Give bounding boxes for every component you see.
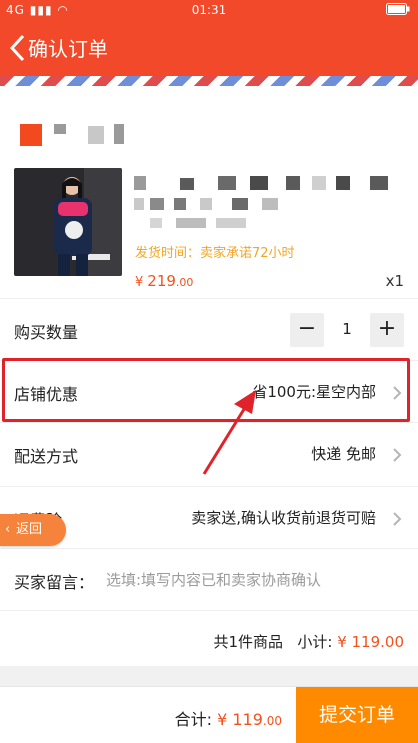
shop-logo-icon: [20, 124, 42, 146]
delivery-method-value: 快递 免邮: [311, 445, 376, 463]
chevron-right-icon: [393, 512, 402, 526]
product-title-redacted: [232, 198, 248, 210]
product-title-redacted: [250, 176, 268, 190]
status-time: 01:31: [191, 3, 227, 17]
product-title-redacted: [150, 218, 162, 228]
quantity-stepper: − 1 +: [290, 313, 404, 347]
purchase-quantity-label: 购买数量: [14, 323, 79, 342]
product-title-redacted: [336, 176, 350, 190]
product-title-redacted: [134, 176, 146, 190]
submit-order-button[interactable]: 提交订单: [296, 687, 418, 743]
product-title-redacted: [262, 198, 278, 210]
product-title-redacted: [150, 198, 164, 210]
product-title-redacted: [174, 198, 186, 210]
battery-icon: [386, 3, 410, 18]
product-title-redacted: [176, 218, 206, 228]
buyer-message-input[interactable]: 选填:填写内容已和卖家协商确认: [106, 569, 321, 590]
page-title: 确认订单: [28, 37, 108, 61]
back-arrow-icon[interactable]: [6, 30, 30, 66]
product-title-redacted: [200, 198, 212, 210]
title-bar: 确认订单: [0, 20, 418, 76]
product-title-redacted: [286, 176, 300, 190]
highlight-box: [2, 358, 410, 422]
delivery-method-label: 配送方式: [14, 447, 79, 466]
chevron-left-icon: ‹: [5, 522, 11, 537]
shop-header[interactable]: [0, 106, 418, 156]
shipping-insurance-value: 卖家送,确认收货前退货可赔: [191, 509, 376, 527]
product-title-redacted: [218, 176, 236, 190]
delivery-method-row[interactable]: 配送方式 快递 免邮: [0, 422, 418, 484]
section-gap: [0, 666, 418, 686]
airmail-border: [0, 76, 418, 86]
shop-name-redacted: [54, 124, 66, 134]
order-summary-row: 共1件商品 小计: ¥ 119.00: [0, 610, 418, 666]
product-item[interactable]: 发货时间：卖家承诺72小时 ¥219.00 x1: [0, 160, 418, 300]
shop-name-redacted: [88, 126, 104, 144]
shop-name-redacted: [114, 124, 124, 144]
status-bar: 4G ▮▮▮ ◠ 01:31: [0, 0, 418, 20]
increase-button[interactable]: +: [370, 313, 404, 347]
subtotal-text: 共1件商品 小计: ¥ 119.00: [213, 633, 405, 651]
quantity-value[interactable]: 1: [324, 320, 370, 338]
checkout-bar: 合计: ¥ 119.00 提交订单: [0, 686, 418, 743]
product-title-redacted: [134, 198, 144, 210]
product-title-redacted: [312, 176, 326, 190]
return-button[interactable]: ‹ 返回: [0, 514, 66, 546]
decrease-button[interactable]: −: [290, 313, 324, 347]
total-amount: 合计: ¥ 119.00: [174, 710, 282, 729]
return-button-label: 返回: [16, 522, 43, 537]
product-title-redacted: [216, 218, 246, 228]
product-quantity: x1: [385, 272, 404, 290]
ship-time-text: 发货时间：卖家承诺72小时: [135, 246, 295, 261]
chevron-right-icon: [393, 448, 402, 462]
product-title-redacted: [370, 176, 388, 190]
buyer-message-label: 买家留言：: [14, 573, 95, 592]
product-title-redacted: [180, 178, 194, 190]
buyer-message-row[interactable]: 买家留言： 选填:填写内容已和卖家协商确认: [0, 548, 418, 610]
product-price: ¥219.00: [135, 272, 194, 290]
purchase-quantity-row: 购买数量 − 1 +: [0, 298, 418, 360]
product-image: [14, 168, 122, 276]
